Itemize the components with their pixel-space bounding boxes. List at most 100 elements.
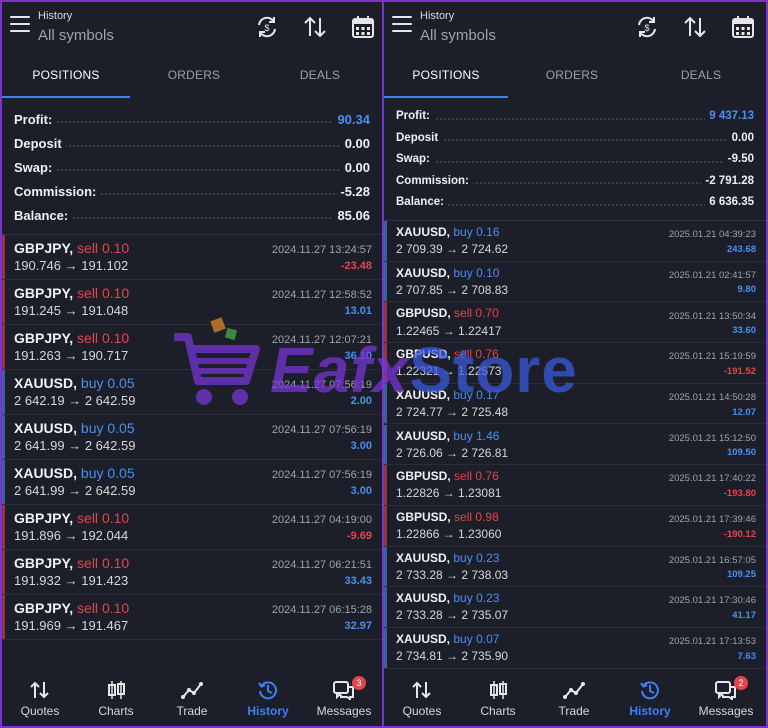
calendar-icon[interactable]	[350, 14, 376, 40]
deal-profit: -191.52	[723, 365, 756, 377]
deal-row[interactable]: GBPUSD, sell 0.70 1.22465 → 1.22417 2025.0…	[384, 302, 766, 344]
deal-profit: 243.68	[726, 243, 756, 255]
deal-prices: 191.969 → 191.467	[14, 618, 129, 634]
side-indicator	[2, 325, 5, 369]
summary-row: Profit: 90.34	[14, 112, 370, 129]
deal-row[interactable]: XAUUSD, buy 0.05 2 641.99 → 2 642.59 2024.…	[2, 460, 382, 505]
deal-row[interactable]: GBPJPY, sell 0.10 191.896 → 192.044 2024.1…	[2, 505, 382, 550]
deal-time: 2024.11.27 12:58:52	[271, 289, 372, 301]
summary-row: Commission: -2 791.28	[396, 174, 754, 191]
deal-time: 2024.11.27 07:56:19	[271, 469, 372, 481]
deal-row[interactable]: XAUUSD, buy 0.23 2 733.28 → 2 738.03 2025.…	[384, 546, 766, 588]
deal-row[interactable]: GBPUSD, sell 0.76 1.22826 → 1.23081 2025.0…	[384, 465, 766, 506]
side-indicator	[384, 302, 387, 343]
side-indicator	[384, 628, 387, 668]
deal-volume: 0.10	[101, 554, 130, 571]
menu-icon[interactable]	[392, 16, 412, 32]
deal-row[interactable]: GBPUSD, sell 0.98 1.22866 → 1.23060 2025.0…	[384, 505, 766, 547]
deal-row[interactable]: GBPJPY, sell 0.10 190.746 → 191.102 2024.1…	[2, 235, 382, 280]
nav-trade[interactable]: Trade	[154, 670, 230, 726]
deal-prices: 2 642.19 → 2 642.59	[14, 393, 136, 409]
side-indicator	[2, 370, 5, 414]
tab-deals[interactable]: DEALS	[636, 60, 766, 98]
deal-row[interactable]: XAUUSD, buy 0.23 2 733.28 → 2 735.07 2025.…	[384, 587, 766, 628]
refresh-symbol-icon[interactable]: $	[634, 14, 660, 40]
deal-row[interactable]: XAUUSD, buy 0.10 2 707.85 → 2 708.83 2025.…	[384, 261, 766, 303]
nav-label: Quotes	[20, 704, 60, 718]
nav-messages[interactable]: Messages 2	[688, 670, 764, 726]
symbol-filter[interactable]: All symbols	[420, 27, 496, 44]
deal-volume: 0.17	[476, 387, 500, 402]
deal-row[interactable]: XAUUSD, buy 1.46 2 726.06 → 2 726.81 2025.…	[384, 424, 766, 466]
sort-icon[interactable]	[302, 14, 328, 40]
tab-orders[interactable]: ORDERS	[130, 60, 258, 98]
page-title: History	[420, 10, 455, 22]
symbol-name: XAUUSD,	[396, 550, 451, 565]
deal-row[interactable]: XAUUSD, buy 0.17 2 724.77 → 2 725.48 2025.…	[384, 383, 766, 425]
nav-trade[interactable]: Trade	[536, 670, 612, 726]
side-indicator	[384, 383, 387, 424]
nav-charts[interactable]: Charts	[460, 670, 536, 726]
deal-prices: 191.932 → 191.423	[14, 573, 129, 589]
nav-history[interactable]: History	[612, 670, 688, 726]
tab-deals[interactable]: DEALS	[258, 60, 382, 98]
deal-side: sell	[77, 284, 99, 301]
tab-positions[interactable]: POSITIONS	[384, 60, 508, 98]
deal-side: buy	[453, 387, 473, 402]
unread-badge: 3	[352, 676, 366, 690]
deal-row[interactable]: GBPJPY, sell 0.10 191.969 → 191.467 2024.1…	[2, 595, 382, 640]
menu-icon[interactable]	[10, 16, 30, 32]
side-indicator	[384, 505, 387, 546]
deal-row[interactable]: GBPUSD, sell 0.76 1.22321 → 1.22573 2025.0…	[384, 343, 766, 384]
deal-profit: -9.69	[346, 530, 372, 543]
nav-charts[interactable]: Charts	[78, 670, 154, 726]
nav-history[interactable]: History	[230, 670, 306, 726]
deal-profit: 109.50	[726, 447, 756, 459]
calendar-icon[interactable]	[730, 14, 756, 40]
deal-time: 2024.11.27 07:56:19	[271, 424, 372, 436]
active-tab-indicator	[2, 96, 130, 98]
deal-time: 2025.01.21 17:39:46	[668, 514, 756, 526]
dotted-leader	[396, 160, 754, 163]
deal-row[interactable]: XAUUSD, buy 0.05 2 642.19 → 2 642.59 2024.…	[2, 370, 382, 415]
deal-side: buy	[453, 550, 473, 565]
nav-quotes[interactable]: Quotes	[2, 670, 78, 726]
deal-side: sell	[77, 239, 99, 256]
deal-row[interactable]: GBPJPY, sell 0.10 191.245 → 191.048 2024.1…	[2, 280, 382, 325]
svg-text:$: $	[644, 23, 649, 33]
deal-row[interactable]: XAUUSD, buy 0.16 2 709.39 → 2 724.62 2025.…	[384, 221, 766, 262]
tab-positions[interactable]: POSITIONS	[2, 60, 130, 98]
tab-orders[interactable]: ORDERS	[508, 60, 636, 98]
deal-side: sell	[77, 509, 99, 526]
nav-messages[interactable]: Messages 3	[306, 670, 382, 726]
summary-value: 85.06	[333, 208, 370, 223]
deal-volume: 0.10	[476, 265, 500, 280]
symbol-name: XAUUSD,	[14, 464, 78, 481]
deal-symbol: XAUUSD, buy 1.46	[396, 429, 499, 443]
dotted-leader	[396, 203, 754, 206]
deal-time: 2024.11.27 06:21:51	[271, 559, 372, 571]
deal-row[interactable]: GBPJPY, sell 0.10 191.932 → 191.423 2024.1…	[2, 550, 382, 595]
summary-panel: Profit: 90.34 Deposit 0.00 Swap: 0.00 Commissi…	[2, 108, 382, 235]
deal-row[interactable]: GBPJPY, sell 0.10 191.263 → 190.717 2024.1…	[2, 325, 382, 370]
sort-icon[interactable]	[682, 14, 708, 40]
deal-symbol: XAUUSD, buy 0.07	[396, 632, 499, 646]
deal-side: sell	[77, 599, 99, 616]
nav-quotes[interactable]: Quotes	[384, 670, 460, 726]
deal-prices: 191.263 → 190.717	[14, 348, 129, 364]
dotted-leader	[14, 168, 370, 171]
deal-symbol: GBPJPY, sell 0.10	[14, 600, 129, 616]
deal-row[interactable]: XAUUSD, buy 0.05 2 641.99 → 2 642.59 2024.…	[2, 415, 382, 460]
deal-row[interactable]: XAUUSD, buy 0.07 2 734.81 → 2 735.90 2025.…	[384, 628, 766, 669]
nav-label: History	[247, 704, 289, 718]
dotted-leader	[396, 139, 754, 142]
symbol-name: GBPJPY,	[14, 509, 74, 526]
refresh-symbol-icon[interactable]: $	[254, 14, 280, 40]
deal-prices: 2 733.28 → 2 735.07	[396, 608, 509, 623]
symbol-filter[interactable]: All symbols	[38, 27, 114, 44]
symbol-name: GBPJPY,	[14, 239, 74, 256]
deal-volume: 0.10	[101, 599, 130, 616]
left-phone-screen: History All symbols $ POSITIONS ORDERS DEALS P…	[0, 0, 383, 728]
deal-time: 2024.11.27 04:19:00	[271, 514, 372, 526]
summary-value: -9.50	[723, 153, 754, 165]
